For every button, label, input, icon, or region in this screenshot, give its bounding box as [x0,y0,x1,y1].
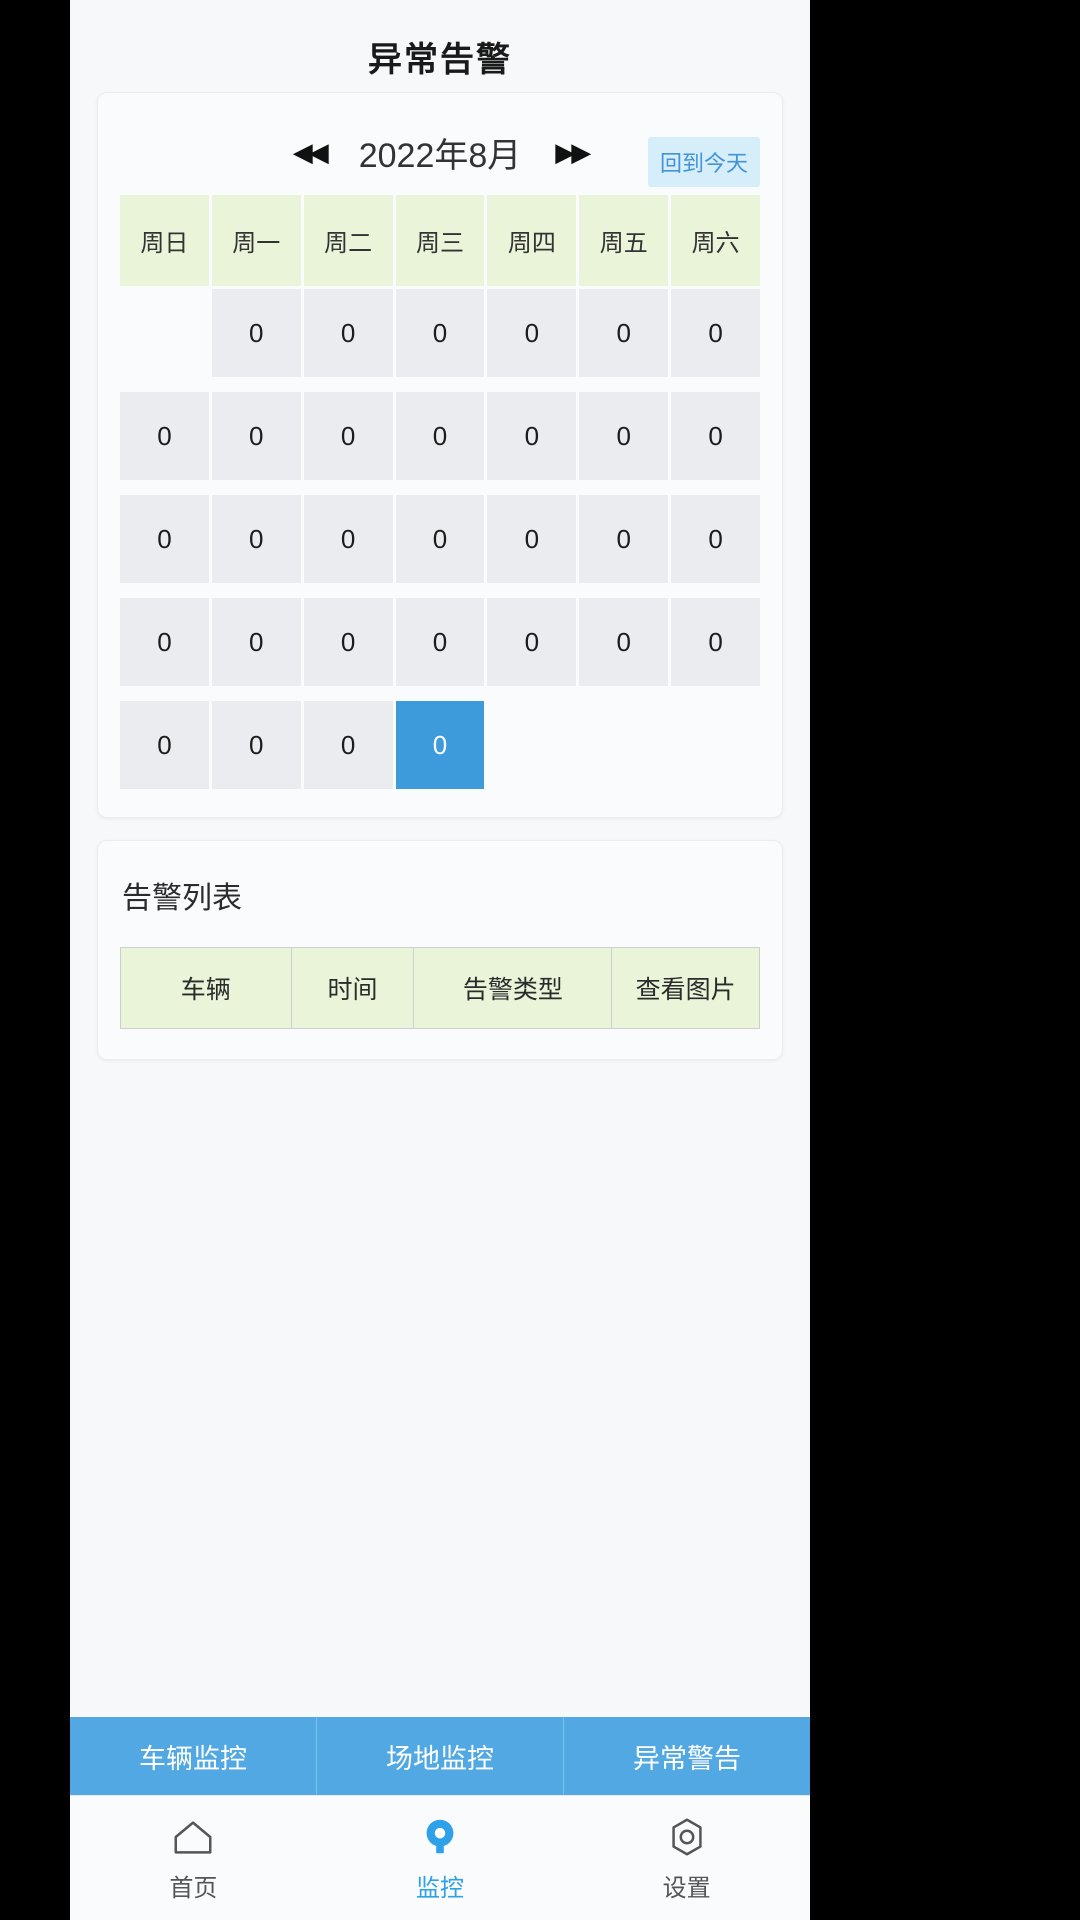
calendar-cell[interactable]: 0 [120,598,209,687]
calendar-cell[interactable]: 0 [303,495,393,584]
calendar-cell[interactable]: 0 [671,495,760,584]
calendar-cell[interactable]: 0 [303,701,393,790]
calendar-cell-empty [671,701,760,789]
calendar-cell[interactable]: 0 [303,289,393,378]
calendar-cell[interactable]: 0 [671,392,760,481]
segment-tab-bar: 车辆监控 场地监控 异常警告 [70,1717,810,1795]
next-month-icon[interactable]: ▶▶ [551,133,591,171]
scroll-content: ◀◀ 2022年8月 ▶▶ 回到今天 周日 周一 周二 周三 周四 周五 周六 … [70,92,810,1717]
calendar-row-gap [120,586,760,595]
tab-site-monitor[interactable]: 场地监控 [317,1717,564,1795]
calendar-cell-empty [487,701,576,789]
calendar-cell[interactable]: 0 [120,495,209,584]
prev-month-icon[interactable]: ◀◀ [289,133,329,171]
calendar-cell[interactable]: 0 [487,392,577,481]
weekday-mon: 周一 [211,195,301,287]
calendar-cell-empty [579,701,668,789]
calendar-cell[interactable]: 0 [303,392,393,481]
alarm-list-card: 告警列表 车辆 时间 告警类型 查看图片 [97,840,783,1061]
page-title: 异常告警 [368,41,512,79]
calendar-cell[interactable]: 0 [579,495,669,584]
weekday-header-row: 周日 周一 周二 周三 周四 周五 周六 [120,195,760,287]
nav-item-settings[interactable]: 设置 [563,1796,810,1920]
alarm-col-time: 时间 [291,948,415,1029]
calendar-cell[interactable]: 0 [395,495,485,584]
weekday-tue: 周二 [303,195,393,287]
nav-label-monitor: 监控 [416,1874,464,1902]
calendar-cell[interactable]: 0 [211,289,301,378]
back-to-today-button[interactable]: 回到今天 [647,137,760,188]
calendar-cell[interactable]: 0 [671,598,760,687]
calendar-cell[interactable]: 0 [579,392,669,481]
calendar-cell[interactable]: 0 [395,598,485,687]
calendar-cell[interactable]: 0 [487,598,577,687]
alarm-table: 车辆 时间 告警类型 查看图片 [120,947,760,1030]
calendar-cell[interactable]: 0 [211,701,301,790]
calendar-cell[interactable]: 0 [120,392,209,481]
tab-abnormal-alarm[interactable]: 异常警告 [564,1717,810,1795]
calendar-cell[interactable]: 0 [395,289,485,378]
calendar-cell[interactable]: 0 [211,392,301,481]
tab-vehicle-monitor[interactable]: 车辆监控 [70,1717,317,1795]
nav-item-home[interactable]: 首页 [70,1796,317,1920]
calendar-cell[interactable]: 0 [120,701,209,790]
phone-screen: 异常告警 ◀◀ 2022年8月 ▶▶ 回到今天 周日 周一 周二 周三 周四 周… [70,0,810,1920]
weekday-wed: 周三 [395,195,485,287]
weekday-fri: 周五 [579,195,669,287]
nav-label-home: 首页 [169,1874,218,1902]
calendar-cell[interactable]: 0 [487,495,577,584]
calendar-row-gap [120,483,760,492]
weekday-thu: 周四 [487,195,577,287]
calendar-cell[interactable]: 0 [579,289,669,378]
calendar-cell[interactable]: 0 [671,289,760,378]
calendar-cell[interactable]: 0 [395,701,485,790]
bottom-navigation-bar: 首页 监控 设置 [70,1795,810,1920]
calendar-cell[interactable]: 0 [303,598,393,687]
calendar-card: ◀◀ 2022年8月 ▶▶ 回到今天 周日 周一 周二 周三 周四 周五 周六 … [97,92,783,819]
calendar-grid: 0000000000000000000000000000000 [120,289,760,790]
calendar-cell[interactable]: 0 [211,495,301,584]
gear-icon [672,1818,702,1855]
alarm-col-vehicle: 车辆 [121,948,292,1029]
calendar-row-gap [120,689,760,698]
calendar-header: ◀◀ 2022年8月 ▶▶ 回到今天 [120,117,760,188]
alarm-list-title: 告警列表 [122,882,242,916]
alarm-col-type: 告警类型 [414,948,613,1029]
calendar-cell[interactable]: 0 [487,289,577,378]
calendar-cell-empty [120,289,209,377]
nav-label-settings: 设置 [662,1874,711,1902]
nav-item-monitor[interactable]: 监控 [317,1796,564,1920]
weekday-sun: 周日 [120,195,209,287]
weekday-sat: 周六 [671,195,760,287]
monitor-camera-icon [426,1819,454,1853]
calendar-cell[interactable]: 0 [395,392,485,481]
calendar-cell[interactable]: 0 [579,598,669,687]
alarm-col-image: 查看图片 [612,948,759,1029]
home-icon [174,1820,212,1854]
calendar-cell[interactable]: 0 [211,598,301,687]
current-month-label: 2022年8月 [358,136,522,175]
calendar-row-gap [120,380,760,389]
